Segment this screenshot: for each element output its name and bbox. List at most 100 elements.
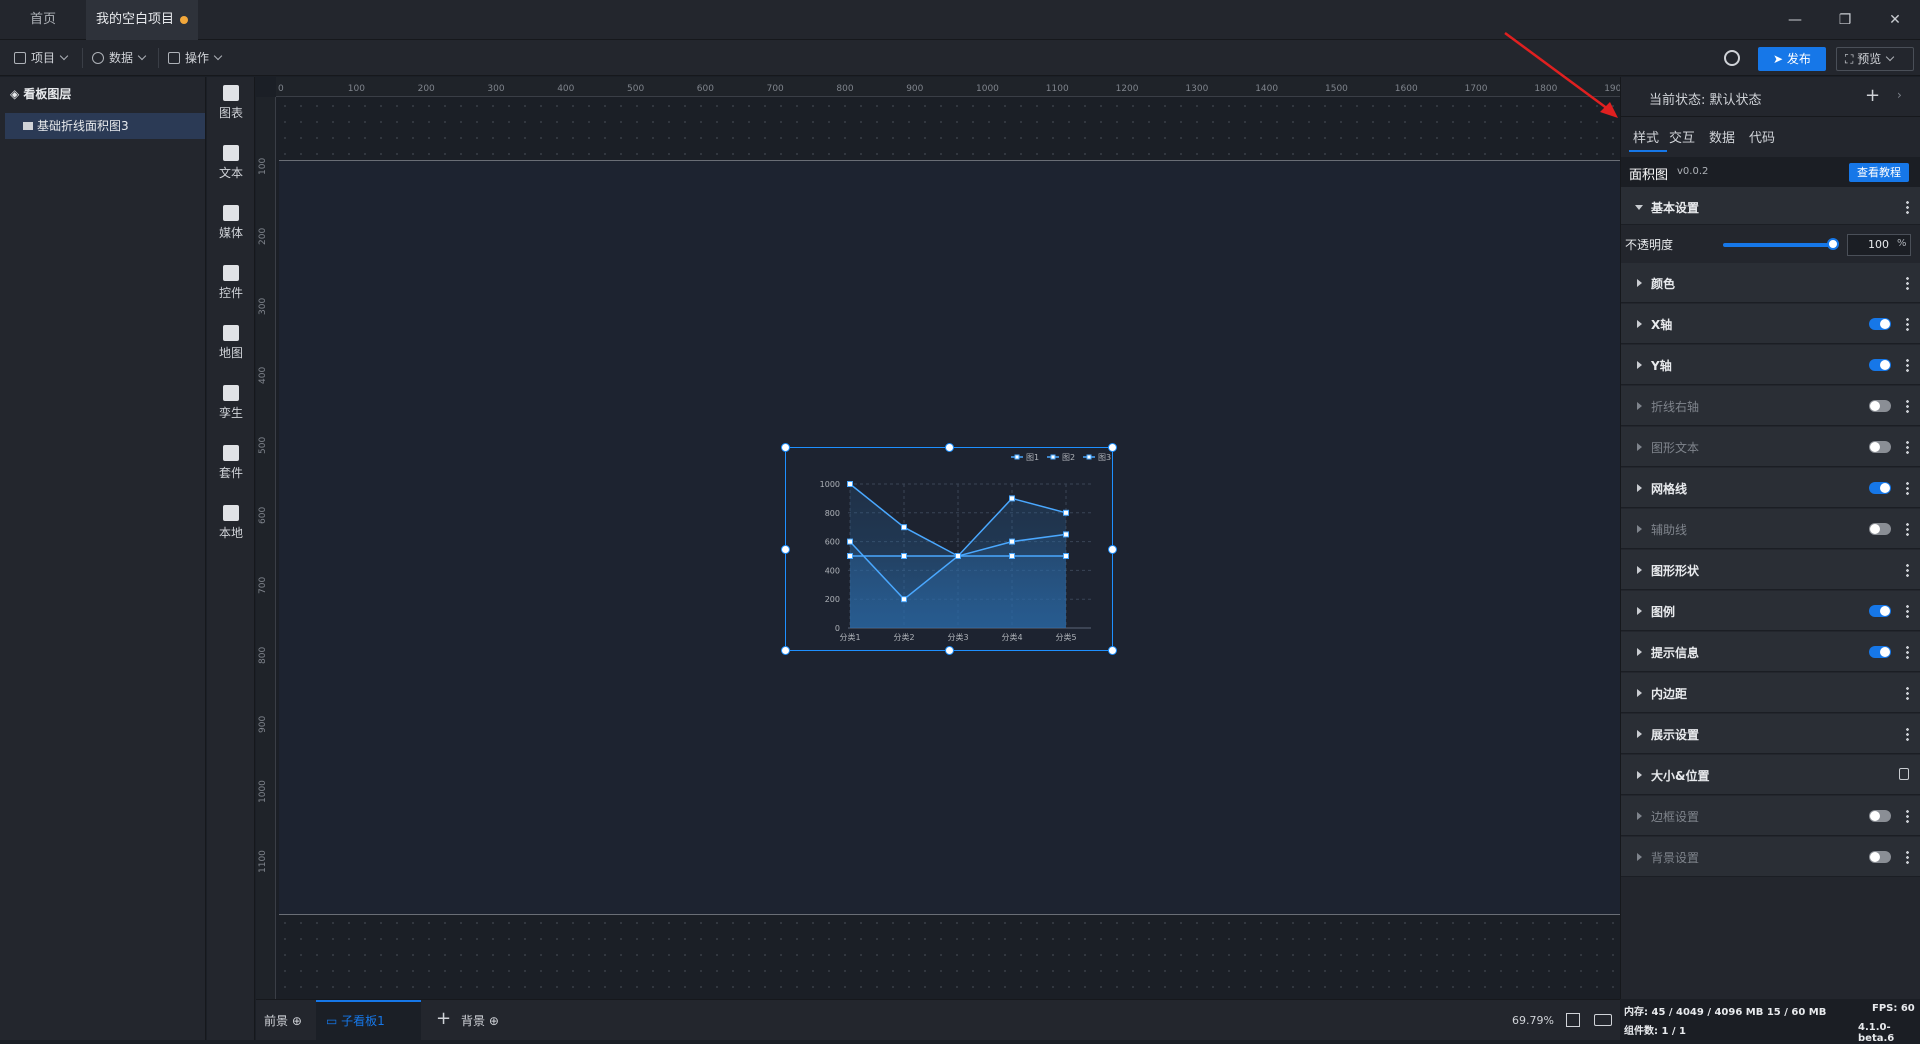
section-3[interactable]: 折线右轴	[1621, 386, 1920, 426]
resize-handle[interactable]	[781, 443, 790, 452]
tab-code[interactable]: 代码	[1749, 127, 1775, 146]
more-icon[interactable]	[1906, 686, 1909, 700]
restore-icon[interactable]: ❐	[1820, 0, 1870, 40]
section-toggle[interactable]	[1869, 523, 1891, 535]
resize-handle[interactable]	[1108, 443, 1117, 452]
zoom-level[interactable]: 69.79%	[1512, 1014, 1554, 1027]
section-label: 图形文本	[1651, 441, 1700, 455]
section-11[interactable]: 展示设置	[1621, 714, 1920, 754]
add-state-icon[interactable]: +	[1865, 85, 1880, 106]
tool-6[interactable]: 套件	[207, 437, 255, 493]
more-icon[interactable]	[1906, 440, 1909, 454]
section-2[interactable]: Y轴	[1621, 345, 1920, 385]
section-9[interactable]: 提示信息	[1621, 632, 1920, 672]
tool-label: 控件	[218, 286, 243, 300]
ruler-tick-label: 200	[417, 84, 435, 94]
resize-handle[interactable]	[781, 646, 790, 655]
section-13[interactable]: 边框设置	[1621, 796, 1920, 836]
tool-4[interactable]: 地图	[207, 317, 255, 373]
tool-label: 文本	[218, 166, 243, 180]
tab-project[interactable]: 我的空白项目	[86, 0, 198, 40]
section-toggle[interactable]	[1869, 441, 1891, 453]
more-icon[interactable]	[1906, 200, 1909, 214]
section-14[interactable]: 背景设置	[1621, 837, 1920, 877]
section-toggle[interactable]	[1869, 810, 1891, 822]
resize-handle[interactable]	[945, 646, 954, 655]
search-icon[interactable]	[1724, 50, 1740, 66]
section-8[interactable]: 图例	[1621, 591, 1920, 631]
tool-0[interactable]: 图表	[207, 77, 255, 133]
caret-right-icon	[1637, 771, 1642, 779]
menu-operation[interactable]: 操作	[168, 40, 223, 76]
tab-interaction[interactable]: 交互	[1669, 127, 1695, 146]
section-6[interactable]: 辅助线	[1621, 509, 1920, 549]
section-4[interactable]: 图形文本	[1621, 427, 1920, 467]
opacity-slider[interactable]	[1723, 243, 1833, 247]
minimize-icon[interactable]: —	[1770, 0, 1820, 40]
board-tab-active[interactable]: ▭ 子看板1	[316, 1000, 421, 1041]
more-icon[interactable]	[1906, 522, 1909, 536]
ruler-tick-label: 1100	[258, 850, 268, 873]
area-chart[interactable]: 0 200 400 600 800 1000 分类1 分类2 分类3 分类4 分类5 图1 图2 图3	[786, 448, 1114, 652]
add-circle-icon[interactable]: ⊕	[292, 1014, 302, 1028]
section-toggle[interactable]	[1869, 851, 1891, 863]
tool-2[interactable]: 媒体	[207, 197, 255, 253]
resize-handle[interactable]	[781, 545, 790, 554]
section-toggle[interactable]	[1869, 359, 1891, 371]
tab-style[interactable]: 样式	[1633, 127, 1659, 146]
preview-button[interactable]: ⛶ 预览	[1836, 47, 1914, 71]
tool-3[interactable]: 控件	[207, 257, 255, 313]
more-icon[interactable]	[1906, 563, 1909, 577]
more-icon[interactable]	[1906, 399, 1909, 413]
more-icon[interactable]	[1906, 317, 1909, 331]
section-10[interactable]: 内边距	[1621, 673, 1920, 713]
more-icon[interactable]	[1906, 604, 1909, 618]
add-circle-icon[interactable]: ⊕	[489, 1014, 499, 1028]
y-tick-label: 600	[825, 538, 840, 547]
lock-icon[interactable]	[1899, 768, 1909, 780]
more-icon[interactable]	[1906, 358, 1909, 372]
opacity-slider-handle[interactable]	[1827, 238, 1839, 250]
publish-button[interactable]: ➤ 发布	[1758, 47, 1826, 71]
tool-5[interactable]: 孪生	[207, 377, 255, 433]
fit-screen-icon[interactable]	[1566, 1013, 1580, 1027]
section-toggle[interactable]	[1869, 400, 1891, 412]
section-toggle[interactable]	[1869, 318, 1891, 330]
state-value[interactable]: 默认状态	[1710, 93, 1762, 108]
more-icon[interactable]	[1906, 809, 1909, 823]
tab-home[interactable]: 首页	[0, 0, 86, 40]
more-icon[interactable]	[1906, 645, 1909, 659]
resize-handle[interactable]	[1108, 646, 1117, 655]
background-tab[interactable]: 背景 ⊕	[461, 1012, 499, 1029]
more-icon[interactable]	[1906, 850, 1909, 864]
menu-data[interactable]: 数据	[92, 40, 147, 76]
section-5[interactable]: 网格线	[1621, 468, 1920, 508]
tool-1[interactable]: 文本	[207, 137, 255, 193]
section-toggle[interactable]	[1869, 605, 1891, 617]
section-0[interactable]: 颜色	[1621, 263, 1920, 303]
tab-data[interactable]: 数据	[1709, 127, 1735, 146]
canvas-dot-grid	[277, 915, 1620, 999]
menu-project[interactable]: 项目	[14, 40, 69, 76]
section-toggle[interactable]	[1869, 646, 1891, 658]
more-icon[interactable]	[1906, 481, 1909, 495]
section-basic[interactable]: 基本设置	[1621, 187, 1920, 225]
tool-7[interactable]: 本地	[207, 497, 255, 553]
chart-selection-box[interactable]: 0 200 400 600 800 1000 分类1 分类2 分类3 分类4 分类5 图1 图2 图3	[781, 443, 1117, 655]
more-icon[interactable]	[1906, 727, 1909, 741]
close-icon[interactable]: ✕	[1870, 0, 1920, 40]
resize-handle[interactable]	[1108, 545, 1117, 554]
keyboard-icon[interactable]	[1594, 1014, 1612, 1026]
add-board-icon[interactable]: +	[436, 1008, 451, 1029]
resize-handle[interactable]	[945, 443, 954, 452]
tutorial-button[interactable]: 查看教程	[1849, 163, 1909, 182]
section-12[interactable]: 大小&位置	[1621, 755, 1920, 795]
section-label: 背景设置	[1651, 851, 1700, 865]
chevron-right-icon[interactable]: ›	[1897, 88, 1902, 102]
more-icon[interactable]	[1906, 276, 1909, 290]
foreground-tab[interactable]: 前景 ⊕	[264, 1012, 302, 1029]
section-7[interactable]: 图形形状	[1621, 550, 1920, 590]
section-1[interactable]: X轴	[1621, 304, 1920, 344]
layer-item[interactable]: 基础折线面积图3	[5, 113, 205, 139]
section-toggle[interactable]	[1869, 482, 1891, 494]
